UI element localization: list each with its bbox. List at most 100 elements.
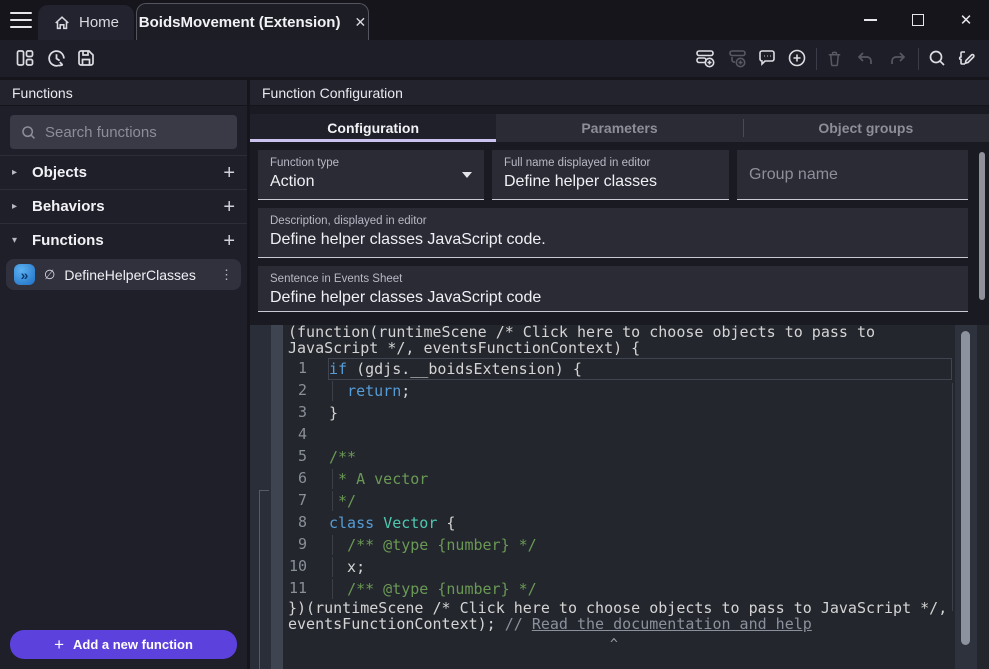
code-line[interactable]: 4	[283, 424, 989, 446]
tab-home-label: Home	[79, 14, 119, 31]
code-scrollbar-thumb[interactable]	[961, 331, 970, 645]
toggle-panels-icon[interactable]	[12, 45, 38, 71]
main-panel-header: Function Configuration	[250, 80, 989, 106]
event-handle-bar[interactable]	[271, 325, 283, 669]
sidebar-header-title: Functions	[12, 85, 73, 101]
footer-code: eventsFunctionContext);	[288, 615, 505, 633]
collapse-arrow-icon: ▸	[12, 201, 22, 212]
item-menu-icon[interactable]: ⋮	[220, 267, 233, 283]
search-icon	[20, 124, 37, 141]
line-text[interactable]: /** @type {number} */	[328, 578, 952, 600]
field-label: Description, displayed in editor	[270, 215, 956, 227]
tab-object-groups[interactable]: Object groups	[743, 114, 989, 142]
code-line[interactable]: 11 /** @type {number} */	[283, 578, 989, 600]
delete-icon[interactable]	[821, 45, 847, 71]
function-list-item-selected[interactable]: » ∅ DefineHelperClasses ⋮	[6, 259, 241, 290]
plus-icon: +	[54, 635, 64, 655]
menu-hamburger-icon[interactable]	[10, 12, 32, 28]
window-maximize-button[interactable]	[896, 0, 940, 40]
config-scrollbar-thumb[interactable]	[979, 152, 985, 300]
field-label: Full name displayed in editor	[504, 157, 717, 169]
line-text[interactable]: */	[328, 490, 952, 512]
group-name-input[interactable]	[749, 150, 956, 199]
search-functions-box[interactable]	[10, 115, 237, 149]
code-line[interactable]: 8class Vector {	[283, 512, 989, 534]
group-name-field[interactable]	[737, 150, 968, 200]
sidebar-section-objects[interactable]: ▸ Objects +	[0, 155, 247, 189]
documentation-link[interactable]: Read the documentation and help	[532, 615, 812, 633]
code-line[interactable]: 1if (gdjs.__boidsExtension) {	[283, 358, 989, 380]
tab-label: Configuration	[327, 120, 419, 136]
add-circle-icon[interactable]	[784, 45, 810, 71]
function-type-select[interactable]: Function type Action	[258, 150, 484, 200]
close-icon: ✕	[960, 13, 973, 28]
footer-comment-slashes: //	[505, 615, 532, 633]
javascript-code-editor[interactable]: (function(runtimeScene /* Click here to …	[250, 325, 989, 669]
main-panel-title: Function Configuration	[262, 85, 403, 101]
line-text[interactable]: if (gdjs.__boidsExtension) {	[328, 358, 952, 380]
toolbar: Preview Share	[0, 40, 989, 77]
tab-parameters[interactable]: Parameters	[496, 114, 742, 142]
line-text[interactable]: x;	[328, 556, 952, 578]
line-text[interactable]: class Vector {	[328, 512, 952, 534]
field-label: Function type	[270, 157, 472, 169]
edit-extension-icon[interactable]	[954, 45, 980, 71]
code-line[interactable]: 3}	[283, 402, 989, 424]
search-icon[interactable]	[924, 45, 950, 71]
tab-configuration[interactable]: Configuration	[250, 114, 496, 142]
full-name-value: Define helper classes	[504, 173, 717, 191]
tab-close-icon[interactable]: ✕	[354, 14, 366, 31]
code-content[interactable]: (function(runtimeScene /* Click here to …	[283, 325, 989, 669]
undo-icon[interactable]	[852, 45, 878, 71]
code-line[interactable]: 2 return;	[283, 380, 989, 402]
sidebar-header: Functions	[0, 80, 247, 106]
expand-caret-icon[interactable]: ^	[610, 637, 618, 652]
tab-home[interactable]: Home	[38, 5, 134, 40]
sentence-value: Define helper classes JavaScript code	[270, 289, 956, 307]
line-text[interactable]	[328, 424, 952, 446]
line-text[interactable]: * A vector	[328, 468, 952, 490]
redo-icon[interactable]	[885, 45, 911, 71]
functions-sidebar: Functions ▸ Objects + ▸ Behaviors + ▾ Fu…	[0, 80, 247, 669]
section-label: Functions	[32, 232, 213, 249]
description-field[interactable]: Description, displayed in editor Define …	[258, 208, 968, 258]
code-line[interactable]: 6 * A vector	[283, 468, 989, 490]
add-object-button[interactable]: +	[223, 163, 235, 183]
line-text[interactable]: return;	[328, 380, 952, 402]
line-text[interactable]: }	[328, 402, 952, 424]
configuration-tabs: Configuration Parameters Object groups	[250, 114, 989, 142]
history-icon[interactable]	[43, 45, 69, 71]
sentence-field[interactable]: Sentence in Events Sheet Define helper c…	[258, 266, 968, 312]
add-event-icon[interactable]	[692, 45, 718, 71]
window-close-button[interactable]: ✕	[944, 0, 988, 40]
line-number: 3	[283, 402, 328, 424]
add-function-plus-button[interactable]: +	[223, 231, 235, 251]
search-functions-input[interactable]	[45, 124, 244, 141]
toolbar-divider	[816, 48, 817, 70]
add-new-function-button[interactable]: + Add a new function	[10, 630, 237, 659]
add-subevent-icon[interactable]	[724, 45, 750, 71]
toolbar-divider	[918, 48, 919, 70]
add-comment-icon[interactable]	[754, 45, 780, 71]
line-text[interactable]: /** @type {number} */	[328, 534, 952, 556]
home-icon	[53, 14, 71, 32]
expand-arrow-icon: ▾	[12, 235, 22, 246]
editor-edge-decoration	[952, 383, 953, 611]
code-line[interactable]: 9 /** @type {number} */	[283, 534, 989, 556]
code-line[interactable]: 5/**	[283, 446, 989, 468]
function-badge-icon: »	[14, 264, 35, 285]
code-wrapper-header[interactable]: (function(runtimeScene /* Click here to …	[283, 325, 989, 356]
code-line[interactable]: 7 */	[283, 490, 989, 512]
full-name-field[interactable]: Full name displayed in editor Define hel…	[492, 150, 729, 200]
window-minimize-button[interactable]	[848, 0, 892, 40]
code-line[interactable]: 10 x;	[283, 556, 989, 578]
add-behavior-button[interactable]: +	[223, 197, 235, 217]
line-text[interactable]: /**	[328, 446, 952, 468]
description-value: Define helper classes JavaScript code.	[270, 231, 956, 249]
sidebar-section-behaviors[interactable]: ▸ Behaviors +	[0, 189, 247, 223]
code-wrapper-footer[interactable]: })(runtimeScene /* Click here to choose …	[283, 601, 989, 648]
line-number: 7	[283, 490, 328, 512]
tab-project[interactable]: BoidsMovement (Extension) ✕	[136, 3, 369, 40]
save-icon[interactable]	[73, 45, 99, 71]
sidebar-section-functions[interactable]: ▾ Functions +	[0, 223, 247, 257]
